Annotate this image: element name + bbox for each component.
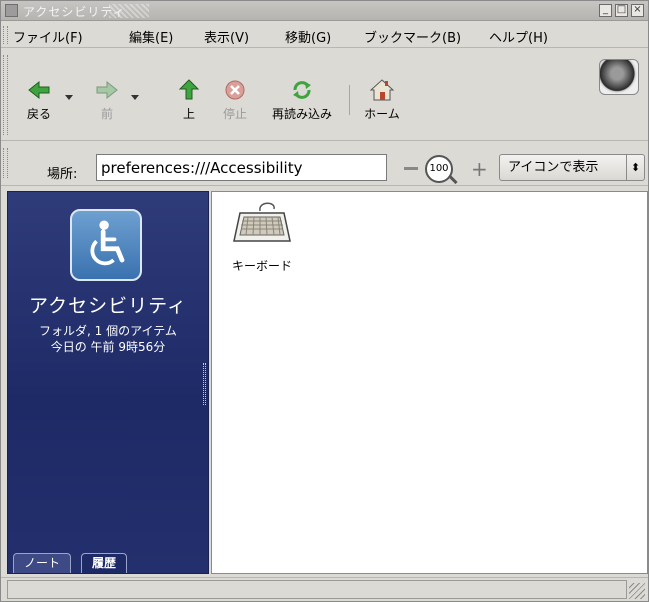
reload-button[interactable]: 再読み込み bbox=[263, 79, 341, 122]
status-text bbox=[7, 580, 627, 599]
menu-file[interactable]: ファイル(F) bbox=[13, 27, 83, 46]
resize-grip[interactable] bbox=[629, 583, 645, 599]
menu-bar: ファイル(F) 編集(E) 表示(V) 移動(G) ブックマーク(B) ヘルプ(… bbox=[1, 22, 648, 48]
zoom-out-button[interactable] bbox=[404, 167, 418, 170]
menu-view[interactable]: 表示(V) bbox=[204, 27, 249, 46]
tab-notes[interactable]: ノート bbox=[13, 553, 72, 573]
location-label: 場所: bbox=[47, 167, 78, 182]
minimize-button[interactable]: _ bbox=[599, 4, 612, 17]
file-manager-window: アクセシビリティ _ □ × ファイル(F) 編集(E) 表示(V) 移動(G)… bbox=[0, 0, 649, 602]
menu-bookmarks[interactable]: ブックマーク(B) bbox=[364, 27, 461, 46]
arrow-right-icon bbox=[96, 80, 118, 100]
home-button[interactable]: ホーム bbox=[357, 79, 407, 122]
menu-go[interactable]: 移動(G) bbox=[285, 27, 331, 46]
zoom-in-button[interactable]: + bbox=[471, 159, 488, 179]
chevron-updown-icon: ⬍ bbox=[626, 155, 644, 180]
window-menu-icon[interactable] bbox=[5, 4, 18, 17]
sidebar-title: アクセシビリティ bbox=[29, 295, 187, 317]
view-mode-value: アイコンで表示 bbox=[508, 160, 599, 175]
stop-icon bbox=[225, 80, 245, 100]
up-button[interactable]: 上 bbox=[169, 79, 209, 122]
locationbar-grip[interactable] bbox=[3, 148, 8, 178]
arrow-up-icon bbox=[178, 79, 200, 100]
pane-splitter[interactable] bbox=[203, 363, 206, 405]
stop-button[interactable]: 停止 bbox=[215, 79, 255, 122]
wheelchair-icon bbox=[90, 220, 125, 266]
toolbar: 戻る 前 上 停止 再読み込み ホーム bbox=[1, 49, 648, 141]
toolbar-grip[interactable] bbox=[3, 55, 8, 135]
file-item-keyboard[interactable]: キーボード bbox=[219, 199, 305, 274]
back-button[interactable]: 戻る bbox=[19, 79, 59, 122]
keyboard-icon bbox=[233, 202, 291, 242]
activity-throbber bbox=[599, 59, 639, 95]
menubar-grip[interactable] bbox=[3, 26, 8, 44]
accessibility-icon bbox=[70, 209, 142, 281]
location-input[interactable] bbox=[96, 154, 387, 181]
menu-edit[interactable]: 編集(E) bbox=[129, 27, 173, 46]
forward-button[interactable]: 前 bbox=[87, 79, 127, 122]
title-decoration bbox=[109, 4, 149, 18]
arrow-left-icon bbox=[28, 80, 50, 100]
forward-history-dropdown[interactable] bbox=[131, 95, 139, 100]
view-mode-select[interactable]: アイコンで表示 ⬍ bbox=[499, 154, 645, 181]
sidebar-modified-date: 今日の 午前 9時56分 bbox=[50, 340, 166, 354]
menu-help[interactable]: ヘルプ(H) bbox=[489, 27, 548, 46]
maximize-button[interactable]: □ bbox=[615, 4, 628, 17]
tab-history[interactable]: 履歴 bbox=[81, 553, 128, 573]
home-icon bbox=[370, 79, 394, 101]
close-button[interactable]: × bbox=[631, 4, 644, 17]
file-item-label: キーボード bbox=[231, 259, 292, 273]
zoom-level-button[interactable]: 100 bbox=[425, 155, 453, 183]
sidebar-item-count: フォルダ, 1 個のアイテム bbox=[39, 324, 177, 338]
back-history-dropdown[interactable] bbox=[65, 95, 73, 100]
reload-icon bbox=[293, 81, 311, 99]
title-bar[interactable]: アクセシビリティ _ □ × bbox=[1, 1, 648, 21]
toolbar-separator bbox=[349, 85, 350, 115]
